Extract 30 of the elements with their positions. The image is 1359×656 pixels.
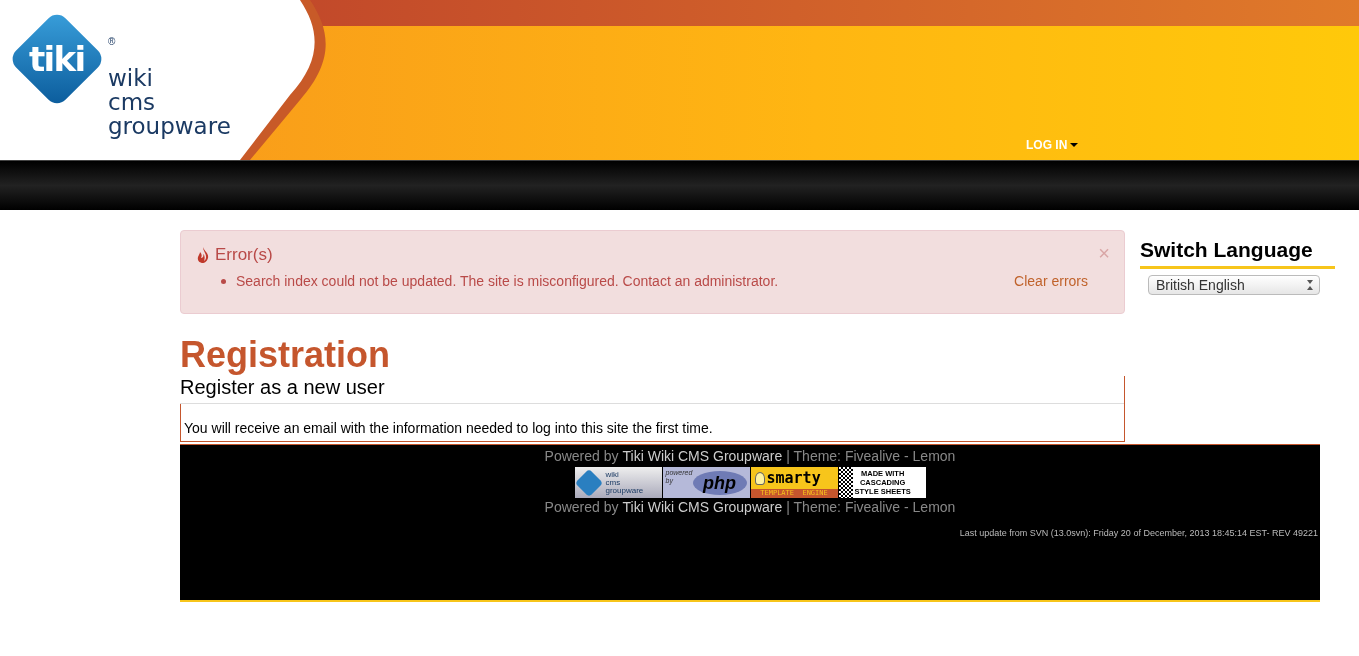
badge-text: cms bbox=[605, 478, 622, 487]
footer-text: | Theme: Fivealive - Lemon bbox=[786, 447, 956, 465]
logo-mark-text: tiki bbox=[29, 39, 85, 79]
footer-text: Powered by bbox=[544, 447, 619, 465]
sidebar-heading: Switch Language bbox=[1140, 238, 1335, 269]
section-heading: Register as a new user bbox=[180, 376, 1124, 404]
badge-text: php bbox=[692, 471, 747, 495]
footer-text: | Theme: Fivealive - Lemon bbox=[786, 498, 956, 516]
logo-text: groupware bbox=[108, 114, 231, 138]
footer-text: Powered by bbox=[544, 498, 619, 516]
page-title: Registration bbox=[180, 334, 392, 376]
error-message: Search index could not be updated. The site is misconfigured. Contact an administrator. bbox=[236, 273, 779, 289]
caret-icon bbox=[1070, 143, 1079, 147]
logo-text: wiki bbox=[108, 66, 154, 90]
flame-icon bbox=[197, 247, 209, 263]
update-info-text: Last update from SVN (13.0svn): Friday 20 of December, 2013 18:45:14 EST- REV 49221 bbox=[959, 528, 1318, 538]
logo-mark-icon bbox=[574, 468, 603, 497]
footer-link[interactable]: Tiki Wiki CMS Groupware bbox=[622, 447, 783, 465]
badge-text: smarty bbox=[766, 469, 821, 487]
lightbulb-icon bbox=[754, 471, 765, 485]
registered-mark: ® bbox=[108, 36, 116, 47]
badge-text: wiki bbox=[605, 470, 620, 479]
language-select[interactable]: British English bbox=[1148, 275, 1320, 295]
alert-title: Error(s) bbox=[215, 245, 273, 265]
bullet-icon bbox=[221, 278, 226, 284]
updown-arrows-icon bbox=[1307, 280, 1313, 290]
badge-text: groupware bbox=[605, 486, 644, 495]
footer-link[interactable]: Tiki Wiki CMS Groupware bbox=[622, 498, 783, 516]
info-text: You will receive an email with the information needed to log into this site the first time. bbox=[184, 420, 714, 436]
logo-text: cms bbox=[108, 90, 157, 114]
